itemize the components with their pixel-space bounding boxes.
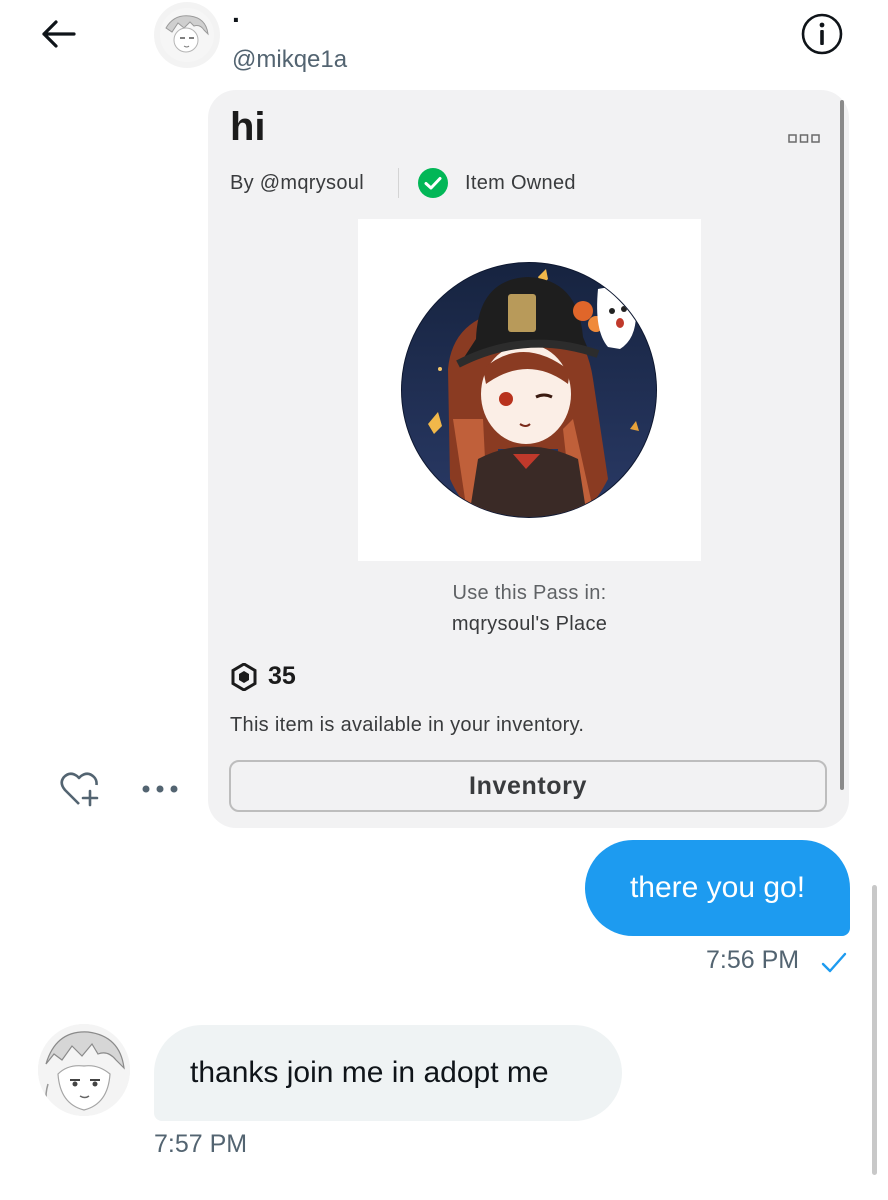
- item-creator[interactable]: By @mqrysoul: [230, 172, 364, 195]
- availability-text: This item is available in your inventory…: [230, 714, 585, 736]
- check-circle-icon: [418, 168, 448, 198]
- item-options-icon[interactable]: [788, 134, 820, 144]
- card-scrollbar[interactable]: [840, 100, 844, 790]
- received-message-time: 7:57 PM: [154, 1130, 248, 1158]
- use-pass-label: Use this Pass in:: [452, 582, 607, 604]
- conversation-handle: @mikqe1a: [232, 46, 348, 73]
- inventory-button[interactable]: Inventory: [229, 760, 827, 812]
- sender-avatar[interactable]: [38, 1024, 130, 1116]
- heart-plus-icon[interactable]: [57, 770, 103, 810]
- page-scrollbar[interactable]: [872, 885, 877, 1175]
- owned-label: Item Owned: [465, 172, 576, 194]
- item-thumbnail[interactable]: [358, 219, 701, 561]
- robux-icon: [231, 663, 257, 691]
- place-link[interactable]: mqrysoul's Place: [358, 613, 701, 636]
- back-arrow-icon[interactable]: [34, 14, 84, 54]
- received-message-text: thanks join me in adopt me: [190, 1056, 549, 1089]
- sent-message-text: there you go!: [629, 871, 806, 904]
- item-title: hi: [230, 105, 266, 149]
- divider: [398, 168, 399, 198]
- info-circle-icon[interactable]: [800, 12, 844, 56]
- conversation-name: ·: [232, 4, 242, 35]
- item-price: 35: [268, 662, 296, 690]
- more-dots-icon[interactable]: [140, 782, 180, 796]
- sent-message-time: 7:56 PM: [706, 946, 800, 974]
- check-icon: [821, 952, 847, 973]
- conversation-avatar[interactable]: [160, 8, 214, 62]
